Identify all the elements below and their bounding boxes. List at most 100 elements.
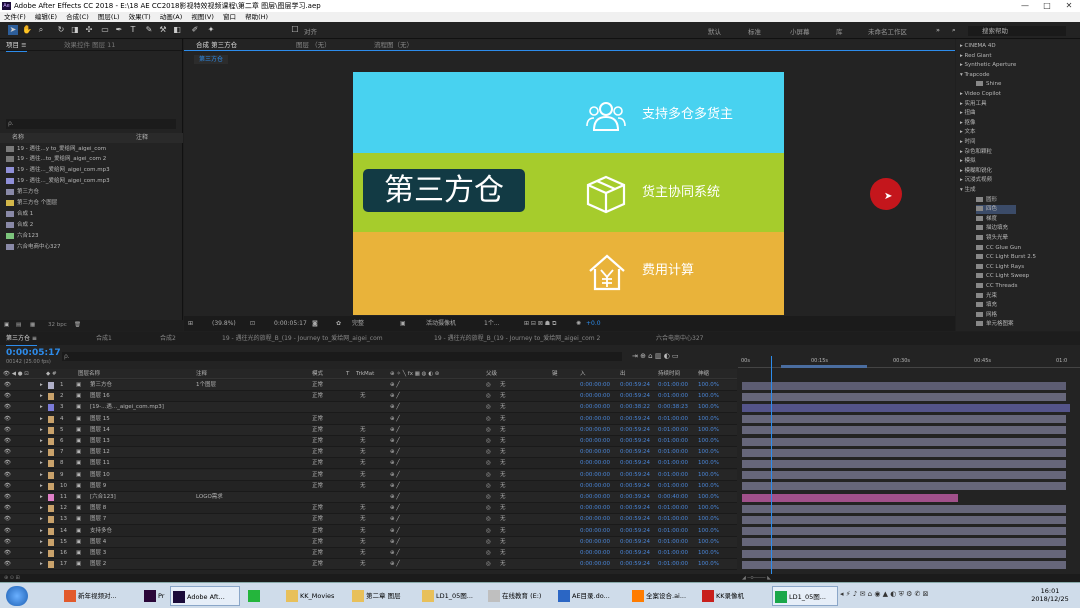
layer-out-time[interactable]: 0:00:59:24 — [620, 526, 650, 537]
effect-item[interactable]: 梯度 — [976, 215, 997, 224]
layer-duration[interactable]: 0:01:00:00 — [658, 425, 688, 436]
shy-switch-icon[interactable]: ⊕ ╱ — [390, 514, 400, 525]
new-composition-icon[interactable]: ▦ — [30, 320, 35, 331]
layer-name[interactable]: 图层 14 — [90, 425, 110, 436]
tab-layer[interactable]: 图层 （无） — [296, 39, 331, 51]
layer-stretch[interactable]: 100.0% — [698, 414, 719, 425]
twirl-icon[interactable]: ▸ — [40, 447, 43, 458]
layer-out-time[interactable]: 0:00:59:24 — [620, 380, 650, 391]
label-color-swatch[interactable] — [48, 460, 54, 468]
effect-item[interactable]: 圆形 — [976, 196, 997, 205]
layer-mode-dropdown[interactable]: 正常 — [312, 470, 323, 481]
layer-in-time[interactable]: 0:00:00:00 — [580, 402, 610, 413]
folder-task[interactable]: 第二章 图层 — [350, 586, 416, 606]
effect-item[interactable]: CC Light Sweep — [976, 272, 1029, 281]
pickwhip-icon[interactable]: ◎ — [486, 548, 491, 559]
after-effects-task[interactable]: Adobe Aft... — [170, 586, 240, 606]
label-color-swatch[interactable] — [48, 382, 54, 389]
layer-duration[interactable]: 0:01:00:00 — [658, 436, 688, 447]
visibility-eye-icon[interactable]: 👁 — [4, 436, 11, 447]
project-item[interactable]: 六合电商中心327 — [6, 242, 61, 252]
layer-trkmat-dropdown[interactable]: 无 — [360, 391, 366, 402]
playhead[interactable] — [771, 356, 773, 574]
col-parent[interactable]: 父级 — [486, 369, 497, 379]
timeline-tab-active[interactable]: 第三方仓 ≡ — [6, 332, 37, 346]
layer-name[interactable]: 图层 7 — [90, 514, 106, 525]
layer-duration[interactable]: 0:01:00:00 — [658, 503, 688, 514]
work-area-bar[interactable] — [781, 365, 867, 368]
layer-out-time[interactable]: 0:00:59:24 — [620, 470, 650, 481]
timeline-tab[interactable]: 19 - 遇往光的旅程_B_(19 - Journey to_爱给网_aigei… — [222, 332, 383, 345]
layer-name[interactable]: 图层 8 — [90, 503, 106, 514]
effect-category[interactable]: ▾ Trapcode — [960, 71, 989, 80]
visibility-eye-icon[interactable]: 👁 — [4, 447, 11, 458]
layer-mode-dropdown[interactable]: 正常 — [312, 537, 323, 548]
layer-row[interactable]: 👁 ▸ 10 图层 9 正常 无 无 0:00:00:00 0:00:59:24 0:01:00:… — [0, 481, 737, 492]
timeline-tab[interactable]: 19 - 遇往光的旅程_B_(19 - Journey to_爱给网_aigei… — [434, 332, 600, 345]
effect-category[interactable]: ▸ 沉浸式视频 — [960, 176, 992, 185]
layer-out-time[interactable]: 0:00:59:24 — [620, 481, 650, 492]
shy-switch-icon[interactable]: ⊕ ╱ — [390, 458, 400, 469]
col-comment[interactable]: 注释 — [196, 369, 207, 379]
effect-category[interactable]: ▸ Synthetic Aperture — [960, 61, 1016, 70]
label-color-swatch[interactable] — [48, 550, 54, 557]
pickwhip-icon[interactable]: ◎ — [486, 458, 491, 469]
twirl-icon[interactable]: ▸ — [40, 470, 43, 481]
hand-tool-icon[interactable]: ✋ — [22, 25, 32, 35]
layer-name[interactable]: [19-...遇..._aigei_com.mp3] — [90, 402, 164, 413]
always-preview-icon[interactable]: ⊞ — [188, 316, 193, 331]
col-stretch[interactable]: 伸缩 — [698, 369, 709, 379]
view-options-icon[interactable]: ⊞ ⊟ ⊠ ☗ ⧉ — [524, 316, 556, 331]
drive-task[interactable]: 在线教育 (E:) — [486, 586, 552, 606]
twirl-icon[interactable]: ▸ — [40, 414, 43, 425]
roto-brush-tool-icon[interactable]: ✐ — [190, 25, 200, 35]
layer-in-time[interactable]: 0:00:00:00 — [580, 503, 610, 514]
pickwhip-icon[interactable]: ◎ — [486, 414, 491, 425]
layer-stretch[interactable]: 100.0% — [698, 402, 719, 413]
effect-category[interactable]: ▸ 实用工具 — [960, 100, 987, 109]
layer-duration-bar[interactable] — [742, 493, 958, 502]
layer-parent-dropdown[interactable]: 无 — [500, 391, 506, 402]
layer-duration-bar[interactable] — [742, 471, 1066, 480]
menu-help[interactable]: 帮助(H) — [245, 13, 268, 21]
layer-stretch[interactable]: 100.0% — [698, 447, 719, 458]
visibility-eye-icon[interactable]: 👁 — [4, 503, 11, 514]
magnification-dropdown[interactable]: (39.8%) — [212, 316, 236, 331]
layer-name[interactable]: 图层 4 — [90, 537, 106, 548]
visibility-eye-icon[interactable]: 👁 — [4, 514, 11, 525]
pan-behind-tool-icon[interactable]: ✣ — [84, 25, 94, 35]
layer-name[interactable]: 图层 2 — [90, 559, 106, 570]
menu-animation[interactable]: 动画(A) — [160, 13, 183, 21]
layer-mode-dropdown[interactable]: 正常 — [312, 380, 323, 391]
layer-in-time[interactable]: 0:00:00:00 — [580, 447, 610, 458]
folder-task[interactable]: LD1_05图... — [772, 586, 838, 606]
comp-canvas[interactable]: 第三方仓 支持多仓多货主 货主协同系统 费用计算 — [353, 72, 784, 315]
shy-switch-icon[interactable]: ⊕ ╱ — [390, 537, 400, 548]
layer-out-time[interactable]: 0:00:59:24 — [620, 447, 650, 458]
layer-name[interactable]: 图层 10 — [90, 470, 110, 481]
trash-icon[interactable]: 🗑 — [74, 320, 81, 331]
layer-stretch[interactable]: 100.0% — [698, 481, 719, 492]
visibility-eye-icon[interactable]: 👁 — [4, 548, 11, 559]
layer-in-time[interactable]: 0:00:00:00 — [580, 514, 610, 525]
layer-mode-dropdown[interactable]: 正常 — [312, 458, 323, 469]
layer-trkmat-dropdown[interactable]: 无 — [360, 425, 366, 436]
menu-file[interactable]: 文件(F) — [4, 13, 26, 21]
timeline-tab[interactable]: 六合电商中心327 — [656, 332, 703, 345]
effect-category[interactable]: ▸ 模拟 — [960, 157, 976, 166]
layer-duration-bar[interactable] — [742, 538, 1066, 547]
layer-stretch[interactable]: 100.0% — [698, 537, 719, 548]
twirl-icon[interactable]: ▸ — [40, 492, 43, 503]
layer-duration[interactable]: 0:01:00:00 — [658, 391, 688, 402]
layer-in-time[interactable]: 0:00:00:00 — [580, 537, 610, 548]
layer-duration[interactable]: 0:01:00:00 — [658, 447, 688, 458]
effect-item[interactable]: 光束 — [976, 292, 997, 301]
channel-icon[interactable]: ✿ — [336, 316, 341, 331]
current-time[interactable]: 0:00:05:17 — [274, 316, 307, 331]
layer-out-time[interactable]: 0:00:59:24 — [620, 414, 650, 425]
pickwhip-icon[interactable]: ◎ — [486, 391, 491, 402]
twirl-icon[interactable]: ▸ — [40, 481, 43, 492]
effect-category[interactable]: ▸ 杂色和颗粒 — [960, 148, 992, 157]
layer-row[interactable]: 👁 ▸ 4 图层 15 正常 无 0:00:00:00 0:00:59:24 0:01:00:0… — [0, 414, 737, 425]
label-color-swatch[interactable] — [48, 393, 54, 401]
